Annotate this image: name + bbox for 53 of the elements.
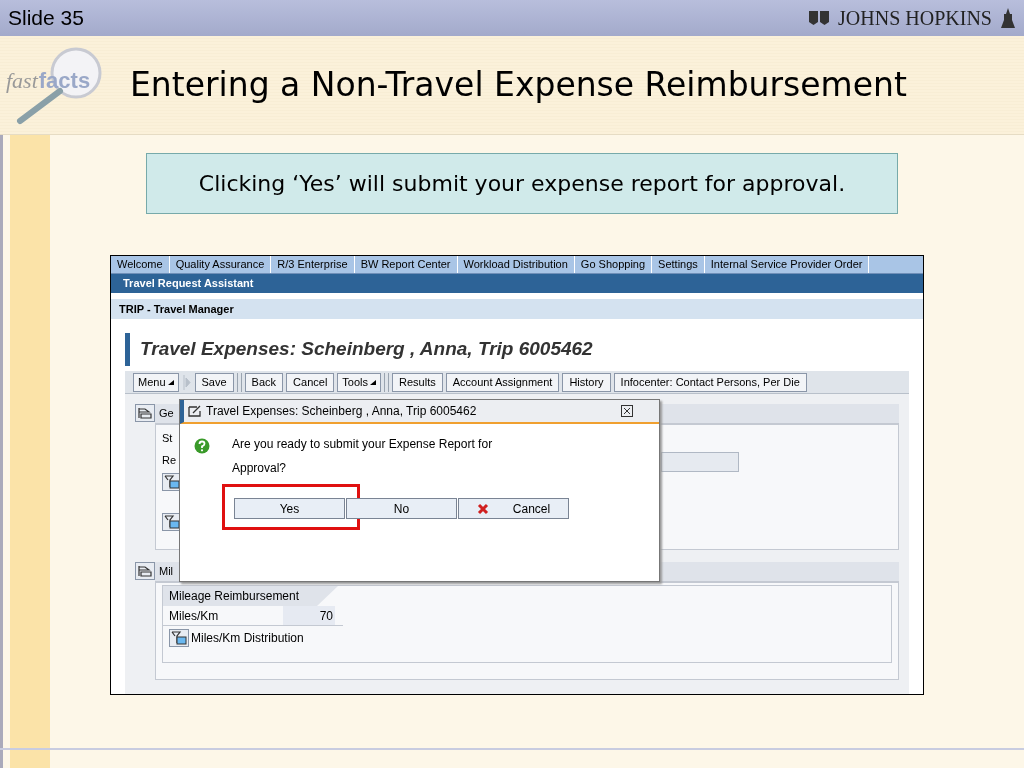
nav-tab[interactable]: Welcome <box>111 256 170 273</box>
field-label: St <box>162 430 173 446</box>
nav-tab[interactable]: Workload Distribution <box>457 256 575 273</box>
folder-icon[interactable] <box>162 513 182 531</box>
nav-tab[interactable]: Settings <box>652 256 705 273</box>
slide-number: Slide 35 <box>8 5 84 32</box>
cancel-icon <box>476 502 489 515</box>
section-tab[interactable]: Mileage Reimbursement <box>163 586 338 606</box>
folder-icon[interactable] <box>162 473 182 491</box>
logo-text: facts <box>38 67 91 95</box>
input-field[interactable] <box>661 452 739 472</box>
toolbar-button[interactable]: Save <box>194 372 234 392</box>
monument-icon <box>1000 8 1016 28</box>
callout-text: Clicking ‘Yes’ will submit your expense report for approval. <box>198 170 846 198</box>
nav-tab[interactable]: Internal Service Provider Order <box>704 256 870 273</box>
dialog-button[interactable]: Yes <box>234 498 345 519</box>
question-icon <box>194 438 210 454</box>
menu-button[interactable]: Menu <box>133 372 179 392</box>
caret-icon <box>370 379 376 385</box>
menu-button[interactable]: Tools <box>337 372 381 392</box>
field-label: Miles/Km <box>168 607 220 625</box>
dialog-button[interactable]: Cancel <box>458 498 569 519</box>
dialog-message: Are you ready to submit your Expense Report for Approval? <box>232 436 494 477</box>
edit-icon <box>188 405 202 417</box>
nav-tab[interactable]: Quality Assurance <box>169 256 272 273</box>
dialog-button[interactable]: No <box>346 498 457 519</box>
nav-tab[interactable]: R/3 Enterprise <box>271 256 355 273</box>
logo-text: fast <box>6 67 38 95</box>
caret-icon <box>167 379 174 385</box>
breadcrumb-bar: TRIP - Travel Manager <box>111 299 923 319</box>
dialog-title: Travel Expenses: Scheinberg , Anna, Trip 6005462 <box>206 403 478 420</box>
distribution-link[interactable]: Miles/Km Distribution <box>191 629 304 647</box>
banner-bar: Travel Request Assistant <box>111 274 923 293</box>
folder-icon[interactable] <box>169 629 189 647</box>
toolbar-button[interactable]: Results <box>392 372 443 392</box>
toolbar-button[interactable]: Back <box>244 372 284 392</box>
nav-tab[interactable]: Go Shopping <box>574 256 653 273</box>
collapse-icon[interactable] <box>135 404 155 422</box>
nav-tab[interactable]: BW Report Center <box>354 256 458 273</box>
collapse-icon[interactable] <box>135 562 155 580</box>
toolbar-button[interactable]: Infocenter: Contact Persons, Per Die <box>613 372 807 392</box>
section-heading: Ge <box>159 406 174 422</box>
slide-title: Entering a Non-Travel Expense Reimbursement <box>130 64 907 107</box>
miles-field[interactable]: 70 <box>283 606 335 625</box>
section-heading: Mil <box>159 564 174 580</box>
brand-name: JOHNS HOPKINS <box>838 6 992 31</box>
toolbar-button[interactable]: History <box>562 372 611 392</box>
page-title: Travel Expenses: Scheinberg , Anna, Trip 6005462 <box>140 337 593 362</box>
shield-icon <box>808 10 831 26</box>
toolbar-button[interactable]: Account Assignment <box>445 372 560 392</box>
toolbar-button[interactable]: Cancel <box>286 372 335 392</box>
close-icon[interactable] <box>621 405 633 417</box>
field-label: Re <box>162 452 177 468</box>
